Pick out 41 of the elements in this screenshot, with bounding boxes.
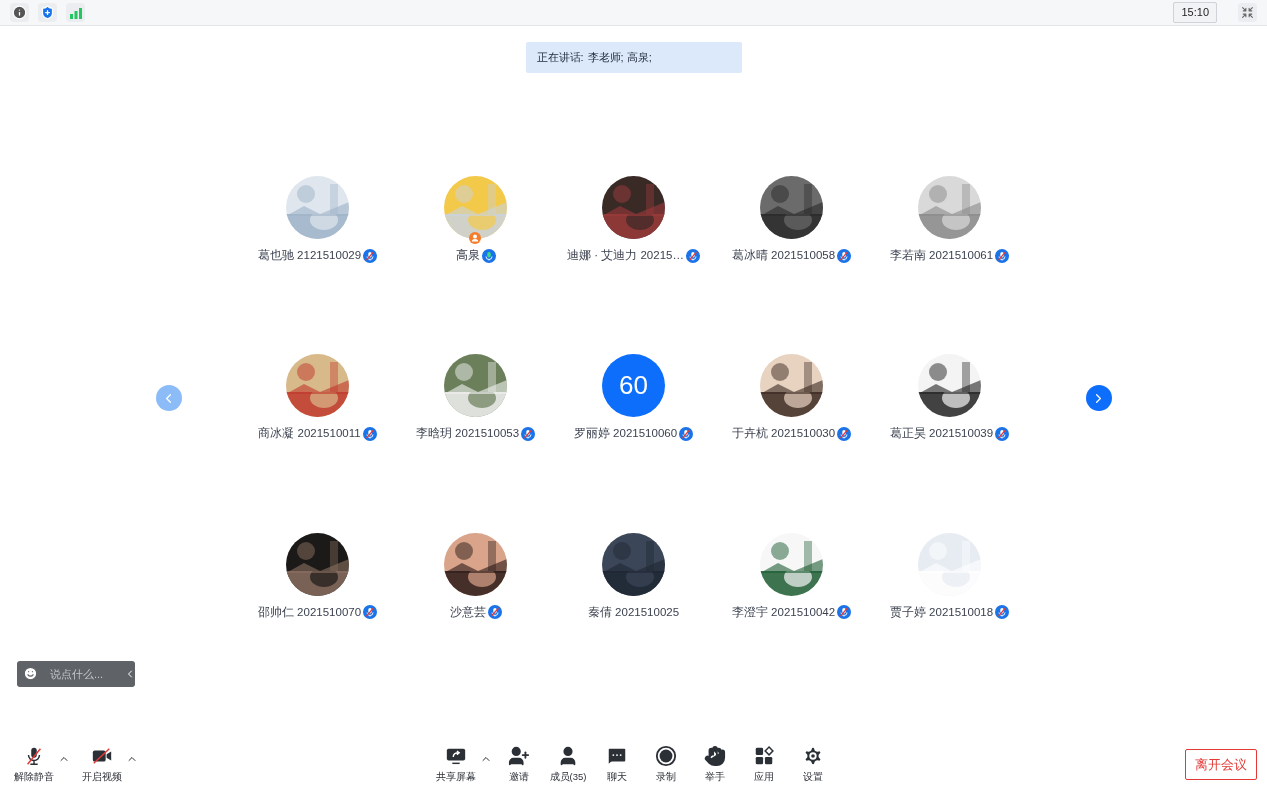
- participant-name: 邵帅仁 2021510070: [257, 604, 362, 620]
- toolbar-button[interactable]: 设置: [791, 744, 836, 784]
- participant-name: 迪娜 · 艾迪力 20215…: [567, 248, 684, 263]
- participant-name: 高泉: [455, 248, 480, 263]
- participant-name: 葛也驰 2121510029: [257, 248, 362, 263]
- participant-name: 商冰凝 2021510011: [258, 426, 361, 442]
- toolbar-button[interactable]: 共享屏幕: [431, 744, 480, 784]
- next-page-button[interactable]: [1085, 385, 1112, 412]
- toolbar-button[interactable]: 应用: [742, 744, 787, 784]
- participant-name: 李若南 2021510061: [889, 248, 994, 263]
- leave-meeting-button[interactable]: 离开会议: [1185, 748, 1257, 780]
- chat-box[interactable]: 说点什么...: [17, 660, 135, 687]
- toolbar-button[interactable]: 解除静音: [10, 744, 58, 784]
- clock: 15:10: [1173, 2, 1217, 23]
- speaking-names: 李老师; 高泉;: [587, 50, 652, 66]
- record-icon: [655, 744, 678, 767]
- apps-icon: [753, 744, 776, 767]
- toolbar-button[interactable]: 举手: [693, 744, 738, 784]
- add-user-icon: [507, 744, 530, 767]
- participant-name: 贾子婷 2021510018: [889, 604, 994, 620]
- toolbar-button[interactable]: 邀请: [496, 744, 541, 784]
- participant-name: 李晗玥 2021510053: [415, 426, 520, 442]
- exit-fullscreen-icon[interactable]: [1241, 6, 1254, 19]
- participant-name: 沙意芸: [449, 604, 486, 620]
- chat-input[interactable]: 说点什么...: [50, 665, 112, 682]
- participant-name: 罗丽婷 2021510060: [573, 426, 678, 442]
- toolbar-button[interactable]: 成员(35): [545, 744, 591, 784]
- toolbar-button[interactable]: 录制: [644, 744, 689, 784]
- participant-name: 秦倩 2021510025: [587, 604, 680, 620]
- speaking-label: 正在讲话:: [536, 50, 584, 66]
- info-icon[interactable]: [12, 5, 27, 20]
- toolbar-button[interactable]: 开启视频: [78, 744, 126, 784]
- participant-name: 葛正昊 2021510039: [889, 426, 994, 442]
- emoji-icon[interactable]: [23, 666, 38, 682]
- hand-icon: [704, 744, 727, 767]
- shield-icon[interactable]: [40, 5, 55, 20]
- toolbar-button[interactable]: 聊天: [595, 744, 640, 784]
- participant-name: 李澄宇 2021510042: [731, 604, 836, 620]
- avatar: 60: [602, 354, 665, 418]
- participant-name: 葛冰晴 2021510058: [731, 248, 836, 263]
- participant-name: 于卉杭 2021510030: [731, 426, 836, 442]
